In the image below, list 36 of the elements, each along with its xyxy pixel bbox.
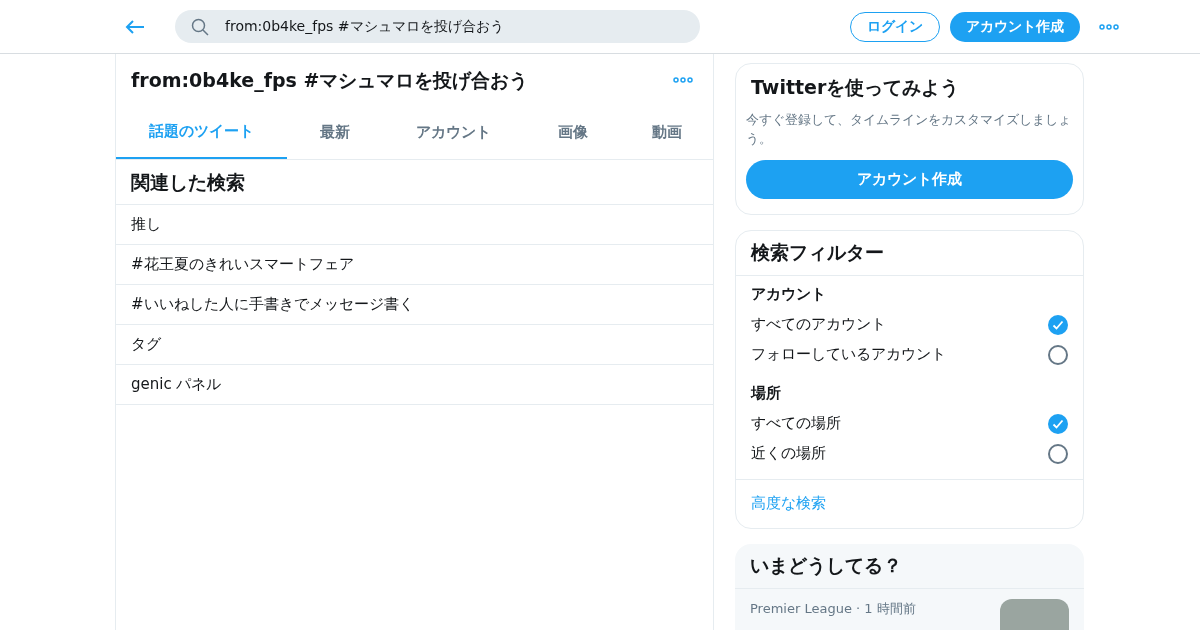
advanced-search-link[interactable]: 高度な検索 <box>751 492 826 515</box>
checked-radio-icon[interactable] <box>1048 314 1068 335</box>
related-search-item[interactable]: #花王夏のきれいスマートフェア <box>116 245 713 285</box>
related-search-item[interactable]: タグ <box>116 325 713 365</box>
tab[interactable]: 画像 <box>524 106 621 159</box>
related-search-item[interactable]: 推し <box>116 205 713 245</box>
search-icon <box>191 17 209 36</box>
card-description: 今すぐ登録して、タイムラインをカスタマイズしましょう。 <box>746 110 1072 148</box>
trend-meta: Premier League · 1 時間前 <box>750 599 916 618</box>
related-search-item[interactable]: #いいねした人に手書きでメッセージ書く <box>116 285 713 325</box>
more-icon[interactable] <box>1099 23 1119 30</box>
filter-option: すべての場所 <box>751 412 841 435</box>
tab[interactable]: 最新 <box>287 106 382 159</box>
tab[interactable]: 話題のツイート <box>116 106 287 159</box>
photo-placeholder <box>1000 598 1069 630</box>
radio-icon[interactable] <box>1048 344 1068 365</box>
tab[interactable]: 動画 <box>621 106 713 159</box>
checked-radio-icon[interactable] <box>1048 413 1068 434</box>
filter-option: フォローしているアカウント <box>751 343 946 366</box>
filter-heading: 場所 <box>751 383 782 405</box>
signup-button[interactable]: アカウント作成 <box>746 159 1073 199</box>
filter-option: すべてのアカウント <box>751 313 886 336</box>
card-title: 検索フィルター <box>751 240 884 266</box>
related-search-item[interactable]: genic パネル <box>116 365 713 405</box>
filter-option: 近くの場所 <box>751 442 826 465</box>
more-icon[interactable] <box>673 77 693 83</box>
filter-heading: アカウント <box>751 284 827 306</box>
signup-button[interactable]: アカウント作成 <box>950 11 1080 42</box>
tab[interactable]: アカウント <box>382 106 524 159</box>
search-title: from:0b4ke_fps #マシュマロを投げ合おう <box>131 67 529 94</box>
card-title: Twitterを使ってみよう <box>750 75 961 100</box>
section-heading: 関連した検索 <box>131 169 245 195</box>
radio-icon[interactable] <box>1048 443 1068 464</box>
card-title: いまどうしてる？ <box>750 553 902 579</box>
back-arrow-icon[interactable] <box>125 18 145 35</box>
search-field[interactable]: from:0b4ke_fps #マシュマロを投げ合おう <box>175 10 700 43</box>
